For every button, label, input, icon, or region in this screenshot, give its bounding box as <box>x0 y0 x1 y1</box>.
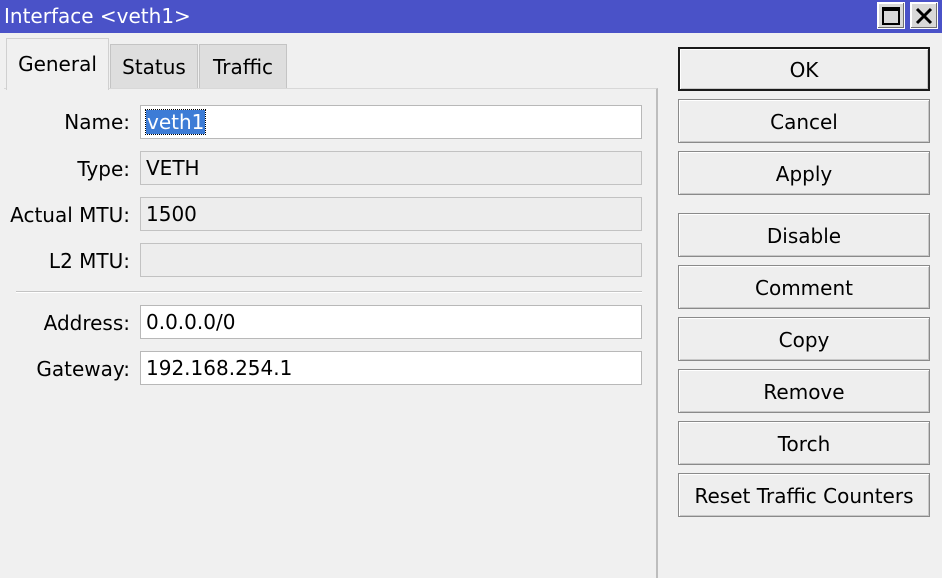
tab-bar: General Status Traffic <box>0 33 660 90</box>
close-icon <box>915 7 933 25</box>
maximize-button[interactable] <box>877 2 905 29</box>
apply-button[interactable]: Apply <box>678 151 930 195</box>
address-label: Address: <box>43 311 130 335</box>
remove-button[interactable]: Remove <box>678 369 930 413</box>
gateway-label: Gateway: <box>36 357 130 381</box>
l2-mtu-field <box>140 243 642 277</box>
title-bar[interactable]: Interface <veth1> <box>0 0 942 33</box>
section-divider <box>16 291 642 293</box>
maximize-icon <box>882 7 900 25</box>
close-button[interactable] <box>910 2 938 29</box>
torch-button[interactable]: Torch <box>678 421 930 465</box>
disable-button[interactable]: Disable <box>678 213 930 257</box>
address-field[interactable]: 0.0.0.0/0 <box>140 305 642 339</box>
gateway-field[interactable]: 192.168.254.1 <box>140 351 642 385</box>
reset-traffic-counters-button[interactable]: Reset Traffic Counters <box>678 473 930 517</box>
tab-general[interactable]: General <box>6 38 109 90</box>
type-field: VETH <box>140 151 642 185</box>
name-label: Name: <box>64 110 130 134</box>
name-field[interactable]: veth1 <box>140 105 642 139</box>
tab-traffic[interactable]: Traffic <box>199 44 287 89</box>
window-title: Interface <veth1> <box>4 4 191 28</box>
name-value: veth1 <box>144 109 207 135</box>
actual-mtu-label: Actual MTU: <box>10 203 130 227</box>
type-label: Type: <box>77 157 130 181</box>
ok-button[interactable]: OK <box>678 47 930 91</box>
actual-mtu-field: 1500 <box>140 197 642 231</box>
comment-button[interactable]: Comment <box>678 265 930 309</box>
tab-status[interactable]: Status <box>110 44 198 89</box>
l2-mtu-label: L2 MTU: <box>48 249 130 273</box>
copy-button[interactable]: Copy <box>678 317 930 361</box>
cancel-button[interactable]: Cancel <box>678 99 930 143</box>
